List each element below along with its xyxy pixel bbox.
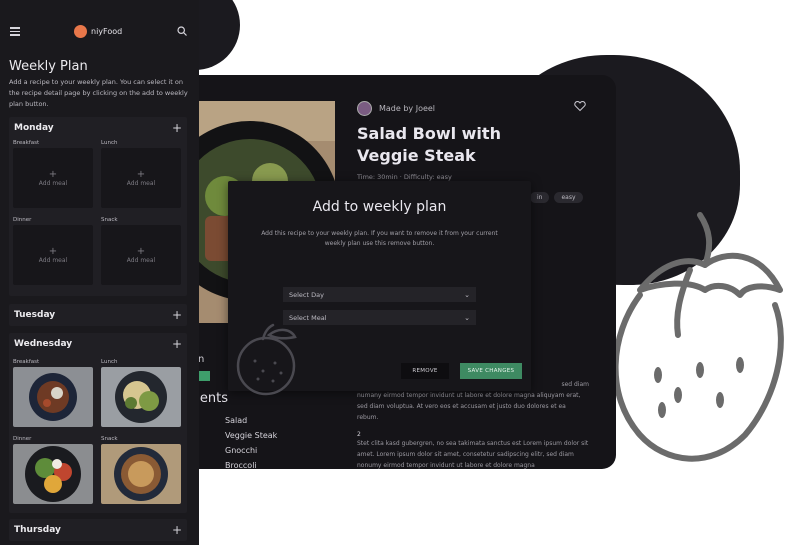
select-meal-dropdown[interactable]: Select Meal ⌄ — [283, 310, 476, 325]
avatar — [357, 101, 372, 116]
strawberry-illustration — [612, 212, 784, 462]
meal-label: Breakfast — [13, 140, 40, 146]
instruction-paragraph: numany eirmod tempor invidunt ut labore … — [357, 392, 581, 421]
ingredient-list: Salad Veggie Steak Gnocchi Broccoli — [225, 416, 277, 469]
ingredient-item: Salad — [225, 416, 248, 425]
instruction-paragraph: Stet clita kasd gubergren, no sea takima… — [357, 440, 589, 469]
page-title: Weekly Plan — [9, 59, 88, 74]
ingredient-item: Broccoli — [225, 461, 257, 469]
add-meal-button[interactable]: + Add meal — [101, 225, 181, 285]
chevron-down-icon: ⌄ — [464, 313, 470, 322]
day-header[interactable]: Wednesday + — [9, 333, 187, 355]
chevron-down-icon: ⌄ — [464, 290, 470, 299]
plus-icon: + — [136, 245, 146, 257]
remove-button[interactable]: REMOVE — [401, 363, 449, 379]
ingredient-item: Veggie Steak — [225, 431, 278, 440]
meal-slot: Lunch — [101, 359, 181, 427]
recipe-meta: Time: 30min · Difficulty: easy — [357, 173, 452, 181]
day-card-thursday: Thursday + — [9, 519, 187, 541]
tag[interactable]: in — [530, 192, 550, 203]
plus-icon: + — [136, 168, 146, 180]
add-meal-label: Add meal — [38, 179, 68, 187]
meal-slot: Dinner + Add meal — [13, 217, 93, 285]
tag[interactable]: easy — [554, 192, 583, 203]
brand-name: niyFood — [91, 27, 123, 36]
meal-slot: Breakfast + Add meal — [13, 140, 93, 208]
instructions: sed diam numany eirmod tempor invidunt u… — [357, 379, 589, 469]
logo[interactable]: niyFood — [74, 25, 122, 38]
plus-icon[interactable]: + — [172, 338, 182, 350]
plus-icon[interactable]: + — [172, 122, 182, 134]
top-bar: niyFood — [0, 0, 199, 52]
day-header[interactable]: Thursday + — [9, 519, 187, 541]
day-card-wednesday: Wednesday + Breakfast Lunch Dinner Snack — [9, 333, 187, 513]
day-name: Thursday — [14, 525, 61, 535]
modal-description: Add this recipe to your weekly plan. If … — [261, 230, 498, 247]
green-button[interactable] — [198, 371, 210, 381]
meal-image[interactable] — [13, 367, 93, 427]
logo-icon — [74, 25, 87, 38]
modal-title: Add to weekly plan — [312, 199, 447, 215]
plus-icon[interactable]: + — [172, 309, 182, 321]
meal-slot: Dinner — [13, 436, 93, 504]
day-card-monday: Monday + Breakfast + Add meal Lunch + Ad… — [9, 117, 187, 296]
search-icon[interactable] — [177, 26, 187, 36]
heart-icon[interactable] — [574, 100, 586, 112]
meal-label: Breakfast — [13, 359, 40, 365]
add-to-weekly-plan-modal: Add to weekly plan Add this recipe to yo… — [228, 181, 531, 396]
day-name: Tuesday — [14, 310, 56, 320]
recipe-title: Salad Bowl with Veggie Steak — [357, 124, 501, 165]
add-meal-button[interactable]: + Add meal — [13, 148, 93, 208]
orange-illustration — [236, 323, 297, 396]
meal-image[interactable] — [101, 444, 181, 504]
meal-slot: Snack — [101, 436, 181, 504]
meal-image[interactable] — [101, 367, 181, 427]
step-number: 2 — [357, 431, 361, 438]
select-meal-value: Select Meal — [289, 313, 327, 322]
page-description: Add a recipe to your weekly plan. You ca… — [9, 78, 188, 108]
add-meal-label: Add meal — [126, 179, 156, 187]
select-day-dropdown[interactable]: Select Day ⌄ — [283, 287, 476, 302]
plus-icon: + — [48, 245, 58, 257]
day-name: Wednesday — [14, 339, 73, 349]
day-card-tuesday: Tuesday + — [9, 304, 187, 326]
day-header[interactable]: Monday + — [9, 117, 187, 139]
day-header[interactable]: Tuesday + — [9, 304, 187, 326]
add-meal-button[interactable]: + Add meal — [13, 225, 93, 285]
meal-label: Lunch — [101, 140, 118, 146]
save-changes-button[interactable]: SAVE CHANGES — [460, 363, 522, 379]
meal-label: Snack — [101, 436, 118, 442]
plus-icon[interactable]: + — [172, 524, 182, 536]
meal-image[interactable] — [13, 444, 93, 504]
day-name: Monday — [14, 123, 54, 133]
select-day-value: Select Day — [289, 290, 324, 299]
meal-label: Dinner — [13, 436, 32, 442]
weekly-plan-screen: niyFood Weekly Plan Add a recipe to your… — [0, 0, 199, 545]
meal-slot: Lunch + Add meal — [101, 140, 181, 208]
add-meal-label: Add meal — [126, 256, 156, 264]
meal-label: Snack — [101, 217, 118, 223]
meal-label: Dinner — [13, 217, 32, 223]
author-label: Made by Joeel — [379, 104, 436, 113]
hamburger-icon[interactable] — [10, 27, 20, 36]
meal-label: Lunch — [101, 359, 118, 365]
tag-list: in easy — [530, 192, 583, 203]
plus-icon: + — [48, 168, 58, 180]
add-meal-label: Add meal — [38, 256, 68, 264]
meal-slot: Breakfast — [13, 359, 93, 427]
ingredient-item: Gnocchi — [225, 446, 258, 455]
recipe-author: Made by Joeel — [357, 101, 435, 116]
meal-slot: Snack + Add meal — [101, 217, 181, 285]
add-meal-button[interactable]: + Add meal — [101, 148, 181, 208]
